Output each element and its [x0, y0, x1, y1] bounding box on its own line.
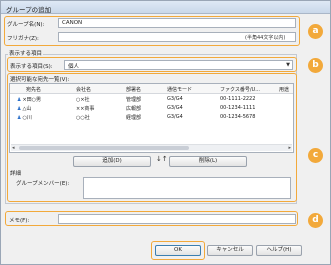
callout-frame-c [7, 73, 297, 202]
display-group-title: 表示する項目 [8, 49, 44, 57]
window-title: グループの追加 [6, 6, 52, 14]
callout-frame-a [4, 16, 300, 46]
title-bar: グループの追加 [1, 1, 330, 14]
callout-marker-d: d [308, 213, 323, 228]
callout-marker-c: c [308, 148, 323, 163]
add-group-dialog: グループの追加 グループ名(N): CANON フリガナ(Z): (半角44文字… [0, 0, 331, 265]
callout-frame-b [7, 57, 297, 72]
callout-marker-b: b [308, 58, 323, 73]
callout-frame-ok [151, 241, 205, 260]
cancel-button[interactable]: キャンセル [207, 245, 253, 256]
help-button[interactable]: ヘルプ(H) [256, 245, 302, 256]
callout-marker-a: a [308, 24, 323, 39]
callout-frame-d [5, 211, 298, 226]
